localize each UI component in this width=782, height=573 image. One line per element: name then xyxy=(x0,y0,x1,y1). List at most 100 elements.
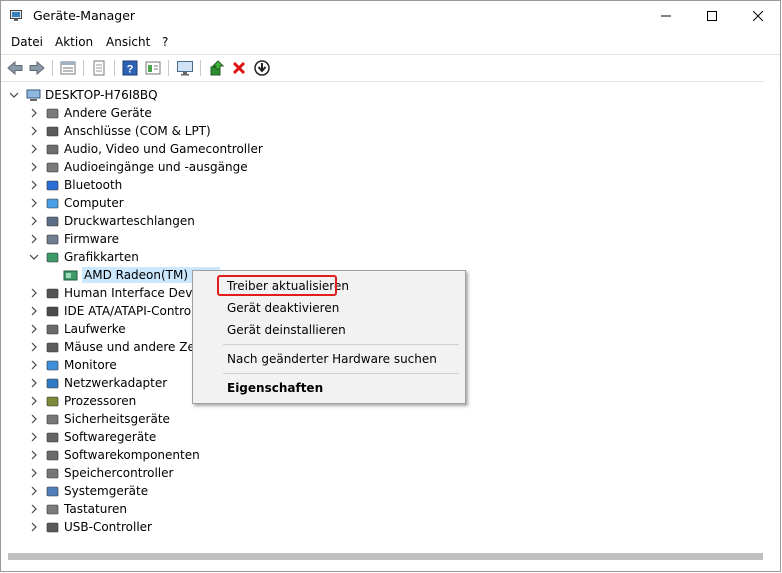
tree-category-label: Druckwarteschlangen xyxy=(64,214,195,228)
device-manager-app-icon xyxy=(10,10,22,21)
chevron-right-icon[interactable] xyxy=(29,198,39,208)
chevron-right-icon[interactable] xyxy=(29,522,39,532)
document-icon[interactable] xyxy=(90,59,108,77)
help-icon[interactable]: ? xyxy=(121,59,139,77)
device-category-icon xyxy=(46,522,59,532)
horizontal-scrollbar-thumb[interactable] xyxy=(8,553,763,560)
tree-category[interactable]: USB-Controller xyxy=(45,518,152,536)
tree-category-label: Andere Geräte xyxy=(64,106,152,120)
menu-help[interactable]: ? xyxy=(162,35,168,49)
chevron-right-icon[interactable] xyxy=(29,126,39,136)
tree-category[interactable]: Softwaregeräte xyxy=(45,428,156,446)
context-menu-uninstall-device[interactable]: Gerät deinstallieren xyxy=(227,323,346,337)
tree-category-label: Softwarekomponenten xyxy=(64,448,200,462)
tree-category[interactable]: Tastaturen xyxy=(45,500,127,518)
tree-category-label: Firmware xyxy=(64,232,119,246)
tree-category[interactable]: Systemgeräte xyxy=(45,482,148,500)
chevron-right-icon[interactable] xyxy=(29,432,39,442)
context-menu-scan-hardware[interactable]: Nach geänderter Hardware suchen xyxy=(227,352,437,366)
chevron-right-icon[interactable] xyxy=(29,144,39,154)
tree-category[interactable]: Grafikkarten xyxy=(45,248,139,266)
chevron-right-icon[interactable] xyxy=(29,342,39,352)
close-button[interactable] xyxy=(735,1,781,31)
chevron-right-icon[interactable] xyxy=(29,216,39,226)
title-bar[interactable]: Geräte-Manager xyxy=(1,1,780,32)
window-title: Geräte-Manager xyxy=(33,8,136,23)
chevron-right-icon[interactable] xyxy=(29,288,39,298)
chevron-right-icon[interactable] xyxy=(29,234,39,244)
chevron-right-icon[interactable] xyxy=(29,108,39,118)
close-icon xyxy=(753,11,763,21)
monitor-icon[interactable] xyxy=(176,59,194,77)
tree-category-label: Sicherheitsgeräte xyxy=(64,412,170,426)
chevron-right-icon[interactable] xyxy=(29,378,39,388)
tree-category[interactable]: Softwarekomponenten xyxy=(45,446,200,464)
tree-category-label: Softwaregeräte xyxy=(64,430,157,444)
chevron-right-icon[interactable] xyxy=(29,414,39,424)
device-category-icon xyxy=(46,414,59,424)
tree-category-label: Computer xyxy=(64,196,124,210)
remove-icon[interactable] xyxy=(230,59,248,77)
toolbar: ? xyxy=(1,54,780,82)
tree-category[interactable]: Firmware xyxy=(45,230,119,248)
minimize-icon xyxy=(661,15,671,17)
device-category-icon xyxy=(46,216,59,226)
tree-category-label: Bluetooth xyxy=(64,178,123,192)
tree-category[interactable]: Mäuse und andere Zeige xyxy=(45,338,213,356)
graphics-card-icon xyxy=(63,270,78,280)
update-driver-icon[interactable] xyxy=(208,59,226,77)
maximize-button[interactable] xyxy=(689,1,735,31)
tree-category-label: Prozessoren xyxy=(64,394,137,408)
chevron-right-icon[interactable] xyxy=(29,486,39,496)
context-menu-separator xyxy=(223,373,459,374)
tree-category[interactable]: Audio, Video und Gamecontroller xyxy=(45,140,263,158)
back-icon[interactable] xyxy=(6,59,24,77)
tree-category[interactable]: Anschlüsse (COM & LPT) xyxy=(45,122,211,140)
menu-aktion[interactable]: Aktion xyxy=(55,35,93,49)
properties-list-icon[interactable] xyxy=(59,59,77,77)
view-icon[interactable] xyxy=(144,59,162,77)
chevron-right-icon[interactable] xyxy=(29,180,39,190)
tree-category-label: Monitore xyxy=(64,358,117,372)
tree-root[interactable]: DESKTOP-H76I8BQ xyxy=(26,86,158,104)
tree-category-label: Anschlüsse (COM & LPT) xyxy=(64,124,211,138)
device-category-icon xyxy=(46,180,59,190)
tree-category-label: Mäuse und andere Zeige xyxy=(64,340,214,354)
tree-category[interactable]: Monitore xyxy=(45,356,117,374)
tree-category[interactable]: Computer xyxy=(45,194,124,212)
maximize-icon xyxy=(707,11,717,21)
tree-category[interactable]: Bluetooth xyxy=(45,176,122,194)
menu-datei[interactable]: Datei xyxy=(11,35,43,49)
context-menu-disable-device[interactable]: Gerät deaktivieren xyxy=(227,301,339,315)
tree-category[interactable]: Speichercontroller xyxy=(45,464,173,482)
chevron-down-icon[interactable] xyxy=(29,252,39,262)
tree-category[interactable]: Laufwerke xyxy=(45,320,126,338)
forward-icon[interactable] xyxy=(28,59,46,77)
tree-category-label: Human Interface Device xyxy=(64,286,210,300)
chevron-right-icon[interactable] xyxy=(29,450,39,460)
tree-category[interactable]: Andere Geräte xyxy=(45,104,152,122)
chevron-right-icon[interactable] xyxy=(29,360,39,370)
chevron-right-icon[interactable] xyxy=(29,324,39,334)
context-menu-properties[interactable]: Eigenschaften xyxy=(227,381,323,395)
chevron-right-icon[interactable] xyxy=(29,468,39,478)
chevron-right-icon[interactable] xyxy=(29,504,39,514)
tree-category[interactable]: IDE ATA/ATAPI-Controlle xyxy=(45,302,205,320)
download-icon[interactable] xyxy=(253,59,271,77)
tree-category[interactable]: Sicherheitsgeräte xyxy=(45,410,170,428)
chevron-right-icon[interactable] xyxy=(29,162,39,172)
tree-category[interactable]: Druckwarteschlangen xyxy=(45,212,195,230)
tree-category[interactable]: Prozessoren xyxy=(45,392,136,410)
minimize-button[interactable] xyxy=(643,1,689,31)
chevron-down-icon[interactable] xyxy=(9,90,19,100)
tree-category[interactable]: Audioeingänge und -ausgänge xyxy=(45,158,248,176)
vertical-scroll-area[interactable] xyxy=(764,81,779,548)
tree-category-label: Tastaturen xyxy=(64,502,127,516)
device-category-icon xyxy=(46,450,59,460)
tree-category[interactable]: Human Interface Device xyxy=(45,284,210,302)
device-category-icon xyxy=(46,252,59,262)
menu-ansicht[interactable]: Ansicht xyxy=(106,35,150,49)
chevron-right-icon[interactable] xyxy=(29,396,39,406)
chevron-right-icon[interactable] xyxy=(29,306,39,316)
tree-category[interactable]: Netzwerkadapter xyxy=(45,374,167,392)
